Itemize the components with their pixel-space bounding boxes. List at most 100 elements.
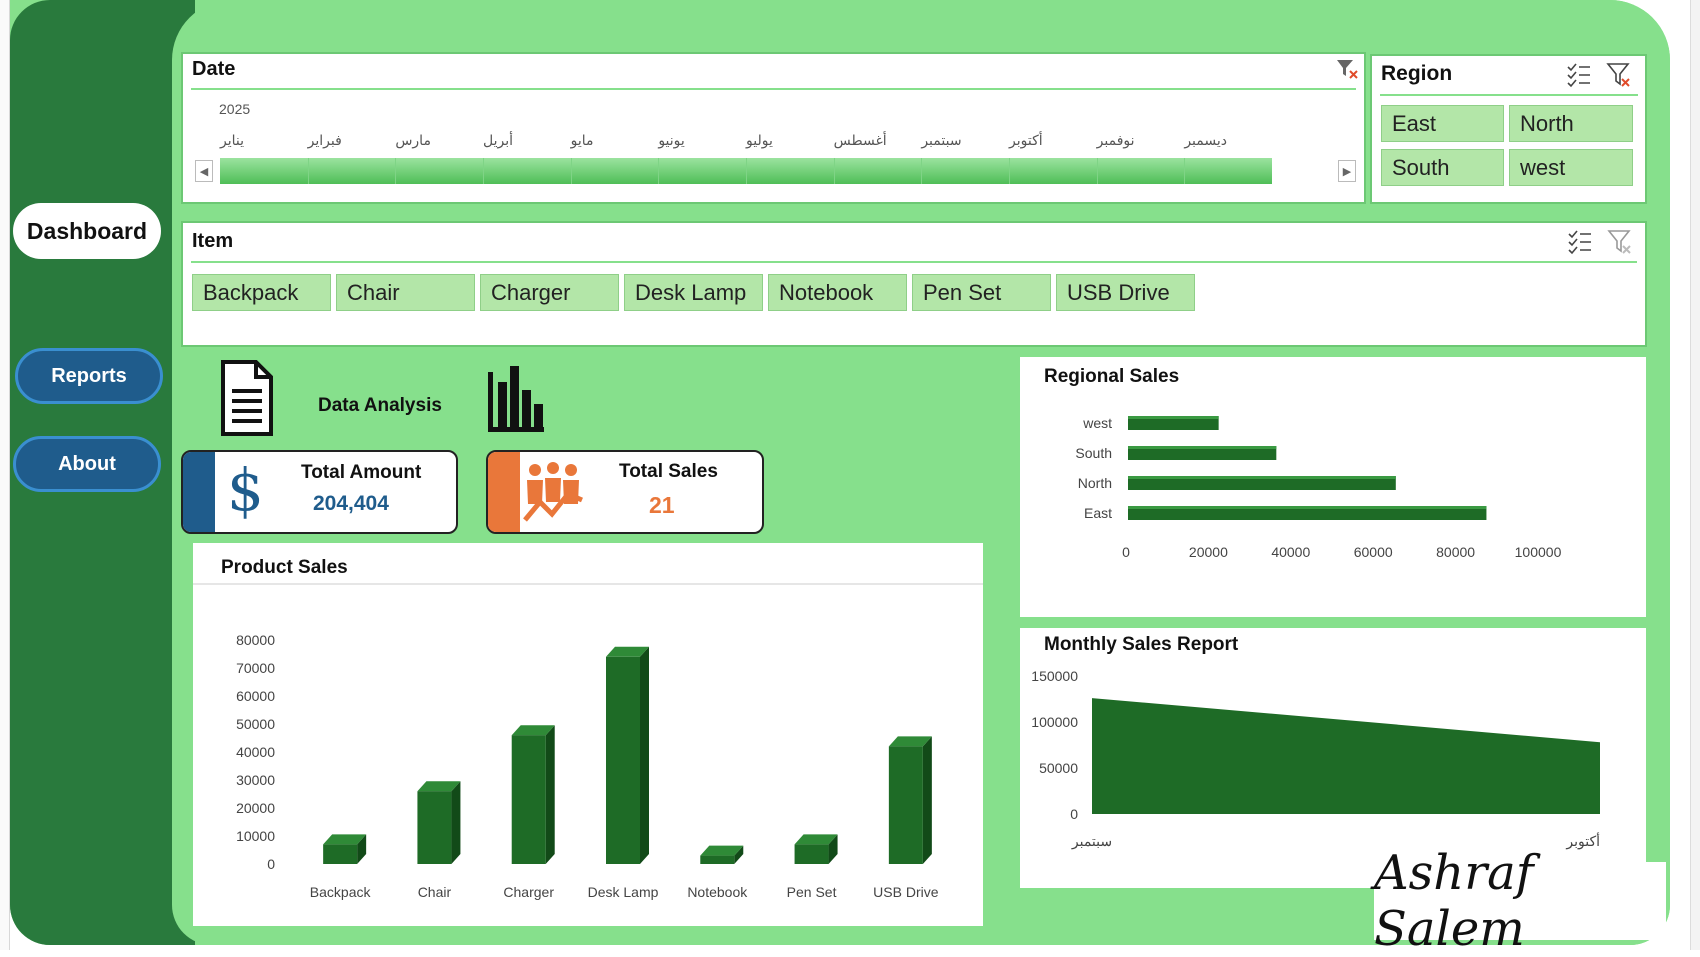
region-option-east[interactable]: East xyxy=(1381,105,1504,142)
timeline-month[interactable]: سبتمبر xyxy=(921,132,961,149)
x-tick-label: Pen Set xyxy=(787,884,837,900)
region-option-south[interactable]: South xyxy=(1381,149,1504,186)
timeline-divider xyxy=(483,158,484,184)
product-bar xyxy=(323,844,358,864)
item-option-notebook[interactable]: Notebook xyxy=(768,274,907,311)
y-tick-label: 150000 xyxy=(1031,668,1078,684)
timeline-divider xyxy=(1184,158,1186,184)
product-sales-plot: 80000 70000 60000 50000 40000 30000 20000 10000… xyxy=(236,632,939,900)
region-option-north[interactable]: North xyxy=(1509,105,1633,142)
x-tick-label: 60000 xyxy=(1354,544,1393,560)
date-slicer-title: Date xyxy=(192,58,236,80)
timeline-divider xyxy=(307,158,309,184)
timeline-month[interactable]: أغسطس xyxy=(834,132,887,149)
dashboard-button[interactable]: Dashboard xyxy=(13,203,161,259)
timeline-month[interactable]: مايو xyxy=(571,132,594,149)
title-divider xyxy=(191,88,1356,90)
item-option-chair[interactable]: Chair xyxy=(336,274,475,311)
bar-side xyxy=(640,646,649,864)
dollar-icon: $ xyxy=(227,456,264,524)
item-slicer-title: Item xyxy=(192,230,234,252)
y-tick-label: 60000 xyxy=(236,688,275,704)
left-arrow-icon[interactable]: ◀ xyxy=(195,160,213,182)
product-bar xyxy=(417,791,452,864)
clear-filter-icon[interactable] xyxy=(1335,58,1359,82)
timeline-month[interactable]: يونيو xyxy=(658,132,684,149)
vertical-scrollbar[interactable] xyxy=(1690,0,1700,950)
product-bar xyxy=(606,656,640,864)
regional-sales-chart: Regional Sales west South North East 0 20000 4… xyxy=(1020,357,1646,617)
y-tick-label: 80000 xyxy=(236,632,275,648)
item-option-desk-lamp[interactable]: Desk Lamp xyxy=(624,274,763,311)
signature-logo: Ashraf Salem xyxy=(1374,845,1666,957)
x-tick-label: سبتمبر xyxy=(1071,833,1112,850)
y-tick-label: 30000 xyxy=(236,772,275,788)
total-amount-card: $ Total Amount 204,404 xyxy=(181,450,458,534)
date-timeline-slicer: Date 2025 ◀ ▶ يناير فبراير مارس أبريل مايو يو… xyxy=(181,52,1366,204)
x-tick-label: 20000 xyxy=(1189,544,1228,560)
timeline-month[interactable]: نوفمبر xyxy=(1097,132,1135,149)
y-tick-label: North xyxy=(1078,475,1112,491)
y-tick-label: South xyxy=(1075,445,1112,461)
timeline-month[interactable]: ديسمبر xyxy=(1184,132,1227,149)
multi-select-icon[interactable] xyxy=(1566,62,1592,88)
y-tick-label: 100000 xyxy=(1031,714,1078,730)
timeline-divider xyxy=(921,158,923,184)
timeline-month[interactable]: أكتوبر xyxy=(1009,132,1043,149)
bar-highlight xyxy=(1128,506,1487,509)
x-tick-label: Notebook xyxy=(687,884,748,900)
document-icon xyxy=(221,360,273,436)
reports-button[interactable]: Reports xyxy=(15,348,163,404)
about-button[interactable]: About xyxy=(13,436,161,492)
total-sales-value: 21 xyxy=(649,492,675,518)
clear-filter-icon[interactable] xyxy=(1607,229,1633,257)
x-tick-label: 100000 xyxy=(1515,544,1562,560)
item-option-charger[interactable]: Charger xyxy=(480,274,619,311)
timeline-divider xyxy=(570,158,572,184)
title-divider xyxy=(191,261,1637,263)
item-option-pen-set[interactable]: Pen Set xyxy=(912,274,1051,311)
y-tick-label: 20000 xyxy=(236,800,275,816)
y-tick-label: 50000 xyxy=(236,716,275,732)
timeline-month[interactable]: فبراير xyxy=(308,132,342,149)
bar-chart-icon xyxy=(488,366,544,432)
region-slicer: Region East North South west xyxy=(1370,54,1647,204)
people-growth-icon xyxy=(523,462,583,522)
card-accent xyxy=(183,452,215,532)
y-tick-label: west xyxy=(1082,415,1112,431)
timeline-divider xyxy=(395,158,397,184)
item-slicer: Item Backpack Chair Charger Desk Lamp Notebo… xyxy=(181,221,1647,347)
product-bar xyxy=(794,844,829,864)
x-tick-label: 0 xyxy=(1122,544,1130,560)
total-amount-value: 204,404 xyxy=(313,492,389,515)
dashboard-window: Dashboard Reports About Date 2025 ◀ ▶ ين… xyxy=(0,0,1700,957)
y-tick-label: East xyxy=(1084,505,1112,521)
x-tick-label: Backpack xyxy=(310,884,372,900)
total-sales-label: Total Sales xyxy=(619,461,718,482)
timeline-divider xyxy=(1096,158,1098,184)
timeline-month[interactable]: أبريل xyxy=(483,132,513,149)
sheet-edge xyxy=(0,0,10,950)
multi-select-icon[interactable] xyxy=(1567,229,1593,255)
card-accent xyxy=(488,452,520,532)
product-bar xyxy=(888,746,923,864)
bar-highlight xyxy=(1128,416,1219,419)
timeline-month[interactable]: يناير xyxy=(220,132,244,149)
timeline-month[interactable]: يوليو xyxy=(746,132,773,149)
timeline-divider xyxy=(833,158,835,184)
region-option-west[interactable]: west xyxy=(1509,149,1633,186)
x-tick-label: Chair xyxy=(418,884,452,900)
right-arrow-icon[interactable]: ▶ xyxy=(1338,160,1356,182)
bar-highlight xyxy=(1128,476,1396,479)
y-tick-label: 0 xyxy=(1070,806,1078,822)
y-tick-label: 10000 xyxy=(236,828,275,844)
product-sales-chart: Product Sales 80000 70000 60000 50000 40000 3… xyxy=(193,543,983,926)
y-tick-label: 0 xyxy=(267,856,275,872)
item-option-usb-drive[interactable]: USB Drive xyxy=(1056,274,1195,311)
bar-highlight xyxy=(1128,446,1277,449)
x-tick-label: Charger xyxy=(503,884,554,900)
timeline-month[interactable]: مارس xyxy=(395,132,431,149)
item-option-backpack[interactable]: Backpack xyxy=(192,274,331,311)
total-amount-label: Total Amount xyxy=(301,462,422,483)
clear-filter-icon[interactable] xyxy=(1606,62,1632,90)
